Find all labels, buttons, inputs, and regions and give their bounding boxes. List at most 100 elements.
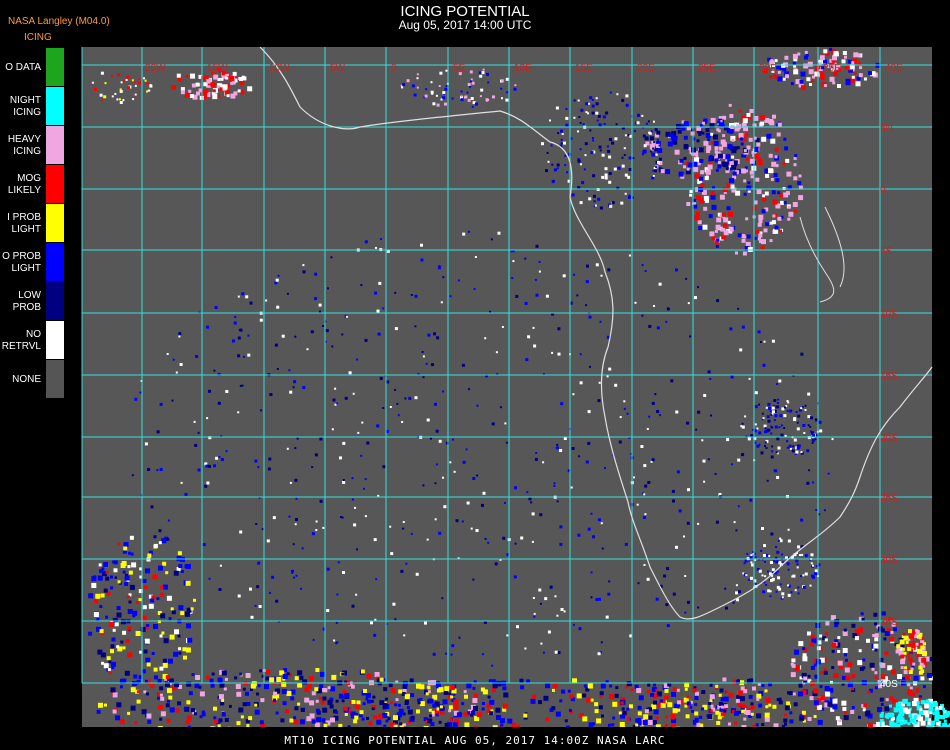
cloud-pixel (674, 149, 680, 155)
cloud-pixel (176, 73, 181, 78)
cloud-pixel (492, 683, 498, 689)
cloud-pixel (504, 501, 506, 504)
cloud-pixel (417, 701, 421, 705)
cloud-pixel (775, 545, 778, 548)
cloud-pixel (797, 592, 800, 595)
cloud-pixel (582, 716, 588, 722)
cloud-pixel (168, 695, 173, 700)
cloud-pixel (905, 675, 911, 681)
cloud-pixel (419, 701, 425, 707)
cloud-pixel (91, 81, 94, 84)
cloud-pixel (260, 698, 265, 703)
cloud-pixel (764, 427, 767, 430)
cloud-pixel (416, 86, 419, 89)
cloud-pixel (228, 704, 232, 708)
cloud-pixel (776, 476, 780, 479)
cloud-pixel (823, 670, 828, 675)
cloud-pixel (778, 379, 782, 383)
cloud-pixel (546, 151, 549, 154)
cloud-pixel (146, 713, 152, 719)
cloud-pixel (926, 673, 932, 678)
cloud-pixel (746, 234, 751, 239)
cloud-pixel (326, 567, 330, 571)
cloud-pixel (257, 561, 261, 565)
cloud-pixel (588, 315, 592, 319)
cloud-pixel (311, 532, 315, 536)
cloud-pixel (598, 597, 601, 601)
cloud-pixel (183, 706, 187, 710)
cloud-pixel (889, 696, 894, 701)
cloud-pixel (816, 704, 822, 710)
cloud-pixel (247, 334, 250, 337)
cloud-pixel (760, 549, 763, 552)
cloud-pixel (177, 77, 182, 82)
cloud-pixel (735, 591, 738, 595)
cloud-pixel (428, 708, 432, 712)
cloud-pixel (134, 721, 138, 725)
cloud-pixel (765, 173, 770, 178)
cloud-pixel (503, 692, 509, 698)
cloud-pixel (912, 662, 916, 666)
cloud-pixel (466, 501, 470, 505)
cloud-pixel (189, 94, 194, 98)
cloud-pixel (636, 688, 642, 693)
cloud-pixel (694, 296, 697, 300)
cloud-pixel (648, 131, 650, 134)
cloud-pixel (770, 432, 773, 435)
cloud-pixel (754, 391, 758, 395)
cloud-pixel (710, 414, 712, 417)
cloud-pixel (806, 449, 810, 453)
cloud-pixel (707, 164, 713, 170)
cloud-pixel (444, 87, 448, 91)
cloud-pixel (809, 83, 812, 86)
cloud-pixel (768, 153, 773, 158)
cloud-pixel (858, 73, 863, 78)
legend-item: NONE (0, 360, 66, 399)
cloud-pixel (460, 95, 463, 98)
cloud-pixel (909, 633, 915, 639)
cloud-pixel (815, 509, 818, 511)
cloud-pixel (249, 301, 253, 305)
cloud-pixel (717, 120, 721, 124)
cloud-pixel (229, 76, 235, 81)
cloud-pixel (191, 83, 196, 88)
cloud-pixel (782, 724, 786, 727)
cloud-pixel (143, 649, 148, 654)
cloud-pixel (832, 81, 836, 85)
cloud-pixel (594, 709, 599, 714)
cloud-pixel (617, 166, 621, 170)
cloud-pixel (646, 690, 650, 693)
cloud-pixel (771, 161, 777, 167)
cloud-pixel (302, 264, 305, 267)
cloud-pixel (151, 652, 155, 655)
cloud-pixel (469, 70, 473, 74)
cloud-pixel (571, 447, 575, 450)
cloud-pixel (395, 698, 399, 702)
cloud-pixel (874, 637, 879, 642)
cloud-pixel (545, 294, 549, 298)
cloud-pixel (120, 81, 123, 84)
cloud-pixel (650, 692, 655, 697)
cloud-pixel (810, 666, 815, 670)
cloud-pixel (703, 195, 709, 201)
cloud-pixel (453, 470, 456, 473)
cloud-pixel (167, 688, 172, 694)
cloud-pixel (361, 421, 364, 424)
cloud-pixel (632, 157, 635, 160)
cloud-pixel (515, 724, 520, 727)
cloud-pixel (438, 531, 442, 535)
cloud-pixel (289, 718, 294, 723)
cloud-pixel (850, 687, 854, 691)
cloud-pixel (786, 171, 792, 177)
cloud-pixel (785, 191, 790, 196)
cloud-pixel (123, 546, 128, 551)
cloud-pixel (190, 607, 194, 611)
cloud-pixel (607, 149, 611, 153)
cloud-pixel (868, 726, 872, 727)
cloud-pixel (907, 646, 912, 651)
cloud-pixel (185, 74, 189, 78)
cloud-pixel (903, 719, 908, 724)
cloud-pixel (864, 77, 867, 81)
cloud-pixel (249, 587, 252, 591)
cloud-pixel (144, 79, 147, 82)
